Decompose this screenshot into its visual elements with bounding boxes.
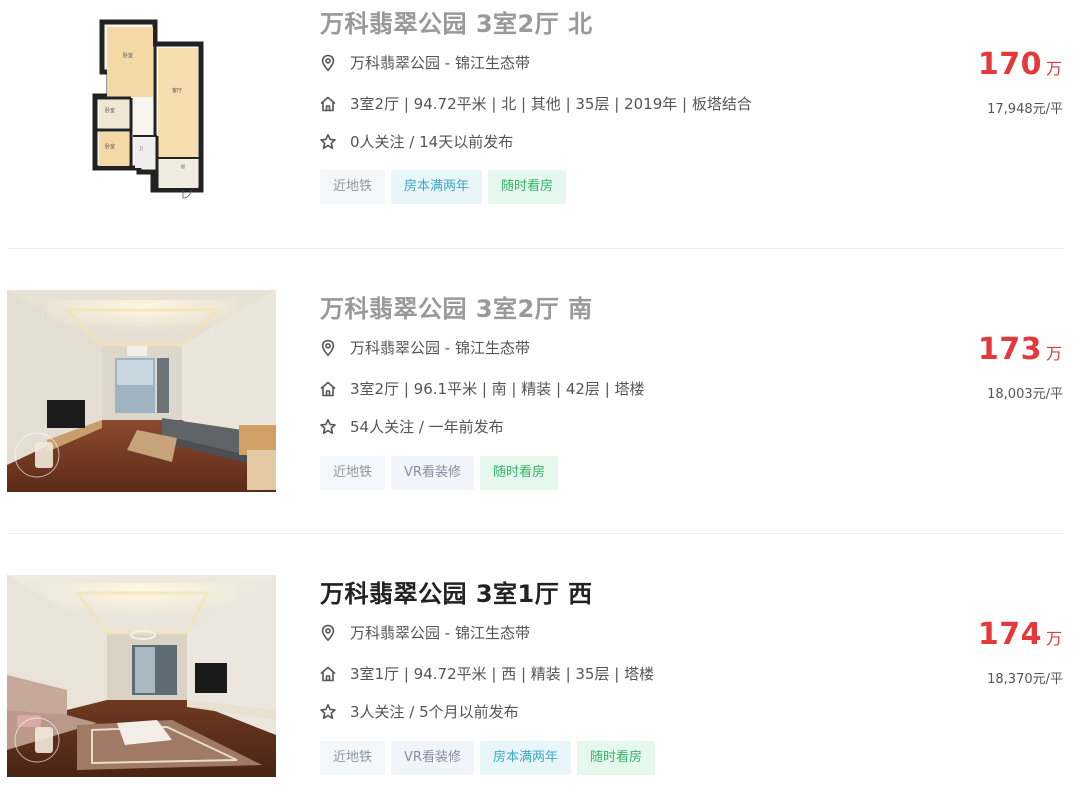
location-pin-icon	[318, 623, 338, 643]
star-icon[interactable]	[318, 702, 338, 722]
tag-near-subway: 近地铁	[320, 170, 386, 204]
listing-title[interactable]: 万科翡翠公园 3室2厅 北	[320, 4, 593, 39]
follow-info: 0人关注 / 14天以前发布	[318, 131, 513, 152]
svg-text:卧室: 卧室	[105, 107, 115, 114]
listing-thumbnail-photo[interactable]	[7, 290, 276, 492]
tag-viewing-anytime: 随时看房	[576, 741, 655, 775]
follow-info-text: 0人关注 / 14天以前发布	[350, 133, 514, 151]
living-room-photo	[7, 575, 276, 777]
tag-vr-decoration: VR看装修	[391, 456, 474, 490]
location-pin-icon	[318, 53, 338, 73]
location-pin-icon	[318, 338, 338, 358]
total-price: 170 万	[978, 47, 1062, 82]
unit-price: 18,370元/平	[987, 672, 1063, 687]
house-info: 3室2厅 | 96.1平米 | 南 | 精装 | 42层 | 塔楼	[318, 378, 645, 399]
total-price: 174 万	[978, 617, 1062, 652]
house-info: 3室1厅 | 94.72平米 | 西 | 精装 | 35层 | 塔楼	[318, 663, 654, 684]
tag-deed-two-years: 房本满两年	[391, 170, 483, 204]
listing-item: 卧室 客厅 卧室 卧室 卫 厨 万科翡翠公园 3室2厅 北 万科翡翠公园 - 锦…	[0, 0, 1080, 250]
total-price-value: 173	[977, 332, 1042, 367]
listing-divider	[8, 533, 1064, 534]
house-icon	[318, 94, 338, 114]
listing-title[interactable]: 万科翡翠公园 3室1厅 西	[320, 574, 593, 609]
svg-text:客厅: 客厅	[172, 87, 182, 94]
unit-price: 17,948元/平	[987, 102, 1063, 117]
house-info-text: 3室2厅 | 94.72平米 | 北 | 其他 | 35层 | 2019年 | …	[350, 95, 752, 113]
community-link[interactable]: 万科翡翠公园 - 锦江生态带	[350, 52, 530, 73]
total-price-value: 170	[977, 47, 1042, 82]
listing-item: 万科翡翠公园 3室2厅 南 万科翡翠公园 - 锦江生态带 3室2厅 | 96.1…	[0, 285, 1080, 535]
floorplan-image: 卧室 客厅 卧室 卧室 卫 厨	[7, 0, 276, 202]
listing-divider	[8, 248, 1064, 249]
listing-title[interactable]: 万科翡翠公园 3室2厅 南	[320, 289, 593, 324]
house-icon	[318, 379, 338, 399]
listing-thumbnail-floorplan[interactable]: 卧室 客厅 卧室 卧室 卫 厨	[7, 0, 276, 202]
follow-info: 54人关注 / 一年前发布	[318, 416, 504, 437]
listing-thumbnail-photo[interactable]	[7, 575, 276, 777]
tag-list: 近地铁 VR看装修 随时看房	[320, 456, 558, 490]
svg-text:卧室: 卧室	[105, 143, 115, 150]
community-link[interactable]: 万科翡翠公园 - 锦江生态带	[350, 337, 530, 358]
tag-list: 近地铁 房本满两年 随时看房	[320, 170, 567, 204]
tag-deed-two-years: 房本满两年	[479, 741, 571, 775]
total-price: 173 万	[978, 332, 1062, 367]
living-room-photo	[7, 290, 276, 492]
tag-list: 近地铁 VR看装修 房本满两年 随时看房	[320, 741, 655, 775]
tag-vr-decoration: VR看装修	[391, 741, 474, 775]
unit-price: 18,003元/平	[987, 387, 1063, 402]
follow-info-text: 54人关注 / 一年前发布	[350, 418, 504, 436]
svg-text:卫: 卫	[139, 146, 143, 151]
community-link[interactable]: 万科翡翠公园 - 锦江生态带	[350, 622, 530, 643]
listing-list: 卧室 客厅 卧室 卧室 卫 厨 万科翡翠公园 3室2厅 北 万科翡翠公园 - 锦…	[0, 0, 1080, 795]
listing-item: 万科翡翠公园 3室1厅 西 万科翡翠公园 - 锦江生态带 3室1厅 | 94.7…	[0, 570, 1080, 795]
tag-near-subway: 近地铁	[320, 456, 386, 490]
tag-viewing-anytime: 随时看房	[479, 456, 558, 490]
svg-text:厨: 厨	[181, 163, 185, 169]
house-icon	[318, 664, 338, 684]
svg-text:卧室: 卧室	[123, 52, 133, 59]
price-unit: 万	[1045, 59, 1062, 78]
follow-info: 3人关注 / 5个月以前发布	[318, 701, 519, 722]
follow-info-text: 3人关注 / 5个月以前发布	[350, 703, 519, 721]
house-info-text: 3室1厅 | 94.72平米 | 西 | 精装 | 35层 | 塔楼	[350, 665, 655, 683]
house-info: 3室2厅 | 94.72平米 | 北 | 其他 | 35层 | 2019年 | …	[318, 93, 752, 114]
community-info: 万科翡翠公园 - 锦江生态带	[318, 622, 530, 643]
total-price-value: 174	[977, 617, 1042, 652]
community-info: 万科翡翠公园 - 锦江生态带	[318, 52, 530, 73]
price-unit: 万	[1045, 629, 1062, 648]
community-info: 万科翡翠公园 - 锦江生态带	[318, 337, 530, 358]
price-unit: 万	[1045, 344, 1062, 363]
star-icon[interactable]	[318, 132, 338, 152]
tag-near-subway: 近地铁	[320, 741, 386, 775]
star-icon[interactable]	[318, 417, 338, 437]
house-info-text: 3室2厅 | 96.1平米 | 南 | 精装 | 42层 | 塔楼	[350, 380, 645, 398]
tag-viewing-anytime: 随时看房	[488, 170, 567, 204]
